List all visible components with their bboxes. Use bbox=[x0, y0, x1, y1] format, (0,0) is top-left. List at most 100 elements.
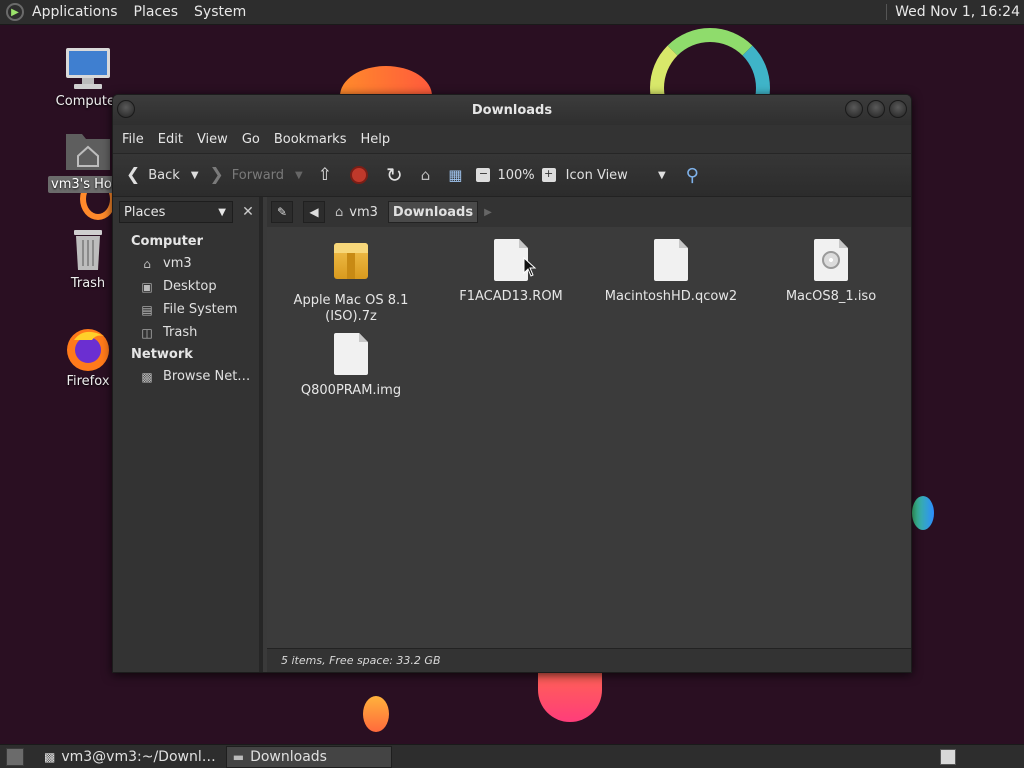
path-scroll-right-button[interactable]: ▶ bbox=[484, 207, 492, 218]
place-trash[interactable]: ◫ Trash bbox=[113, 321, 259, 344]
mouse-pointer-icon bbox=[523, 257, 537, 277]
menu-help[interactable]: Help bbox=[353, 132, 397, 147]
applications-menu[interactable]: Applications bbox=[24, 4, 126, 20]
forward-label: Forward bbox=[231, 167, 285, 183]
chevron-down-icon: ▼ bbox=[657, 169, 666, 181]
file-item[interactable]: F1ACAD13.ROM bbox=[441, 239, 581, 305]
place-vm3[interactable]: ⌂ vm3 bbox=[113, 252, 259, 275]
drive-icon: ▤ bbox=[141, 302, 153, 317]
places-list: Computer ⌂ vm3 ▣ Desktop ▤ File System ◫… bbox=[113, 227, 259, 388]
place-desktop[interactable]: ▣ Desktop bbox=[113, 275, 259, 298]
section-computer: Computer bbox=[131, 234, 204, 249]
folder-icon: ▬ bbox=[232, 749, 245, 764]
menu-file[interactable]: File bbox=[115, 132, 151, 147]
top-panel: ▶ Applications Places System Wed Nov 1, … bbox=[0, 0, 1024, 25]
file-manager-window: Downloads File Edit View Go Bookmarks He… bbox=[112, 94, 912, 673]
file-item[interactable]: MacintoshHD.qcow2 bbox=[601, 239, 741, 305]
reload-button[interactable]: ↻ bbox=[381, 160, 408, 190]
clock[interactable]: Wed Nov 1, 16:24 bbox=[886, 4, 1020, 20]
zoom-in-button[interactable]: + bbox=[537, 160, 561, 190]
home-folder-icon bbox=[64, 128, 112, 172]
file-item[interactable]: Apple Mac OS 8.1 (ISO).7z bbox=[281, 239, 421, 325]
minimize-button[interactable] bbox=[845, 100, 863, 118]
terminal-icon: ▩ bbox=[44, 749, 56, 764]
place-label: Desktop bbox=[163, 279, 217, 294]
zoom-in-icon: + bbox=[541, 168, 556, 182]
menu-go[interactable]: Go bbox=[235, 132, 267, 147]
forward-history-dropdown[interactable]: ▼ bbox=[289, 170, 309, 181]
section-network: Network bbox=[131, 347, 193, 362]
place-label: Trash bbox=[163, 325, 198, 340]
up-button[interactable]: ⇧ bbox=[313, 160, 337, 190]
file-icon-view[interactable]: Apple Mac OS 8.1 (ISO).7z F1ACAD13.ROM M… bbox=[267, 227, 911, 648]
window-title: Downloads bbox=[471, 102, 553, 118]
file-name: Apple Mac OS 8.1 (ISO).7z bbox=[293, 293, 409, 324]
show-desktop-button[interactable] bbox=[6, 747, 24, 766]
place-label: Browse Net… bbox=[163, 369, 251, 384]
file-name: F1ACAD13.ROM bbox=[459, 289, 563, 304]
location-bar: ✎ ◀ ⌂ vm3 Downloads ▶ bbox=[267, 197, 911, 227]
arrow-right-icon: ❯ bbox=[209, 165, 224, 185]
system-menu[interactable]: System bbox=[186, 4, 254, 20]
side-pane-selector-label: Places bbox=[124, 204, 166, 220]
place-browse-network[interactable]: ▩ Browse Net… bbox=[113, 365, 259, 388]
back-button[interactable]: ❮ Back bbox=[121, 160, 185, 190]
file-name: MacintoshHD.qcow2 bbox=[604, 289, 738, 304]
side-pane-header: Places ▼ ✕ bbox=[113, 197, 259, 227]
chevron-left-icon: ◀ bbox=[309, 205, 319, 219]
window-titlebar[interactable]: Downloads bbox=[113, 95, 911, 125]
taskbar-item-downloads[interactable]: ▬ Downloads bbox=[225, 745, 392, 768]
network-icon: ▩ bbox=[141, 369, 153, 384]
file-name: MacOS8_1.iso bbox=[785, 289, 877, 304]
file-name: Q800PRAM.img bbox=[300, 383, 402, 398]
close-button[interactable] bbox=[889, 100, 907, 118]
stop-button[interactable] bbox=[345, 160, 373, 190]
place-file-system[interactable]: ▤ File System bbox=[113, 298, 259, 321]
arrow-up-icon: ⇧ bbox=[317, 165, 332, 185]
forward-button[interactable]: ❯ Forward bbox=[205, 160, 290, 190]
arrow-left-icon: ❮ bbox=[126, 165, 141, 185]
zoom-out-icon: − bbox=[476, 168, 491, 182]
home-button[interactable]: ⌂ bbox=[416, 160, 436, 190]
reload-icon: ↻ bbox=[386, 163, 403, 187]
search-icon: ⚲ bbox=[685, 164, 699, 186]
taskbar-item-terminal[interactable]: ▩ vm3@vm3:~/Downl… bbox=[38, 746, 222, 768]
desktop-folder-icon: ▣ bbox=[141, 279, 153, 294]
file-item[interactable]: MacOS8_1.iso bbox=[761, 239, 901, 305]
menu-bookmarks[interactable]: Bookmarks bbox=[267, 132, 354, 147]
stop-icon bbox=[350, 166, 368, 184]
bottom-panel: ▩ vm3@vm3:~/Downl… ▬ Downloads bbox=[0, 744, 1024, 768]
search-button[interactable]: ⚲ bbox=[681, 160, 704, 190]
toggle-location-entry-button[interactable]: ✎ bbox=[271, 201, 293, 223]
side-pane-close-button[interactable]: ✕ bbox=[237, 201, 259, 223]
side-pane-selector[interactable]: Places ▼ bbox=[119, 201, 233, 223]
computer-button[interactable]: ▦ bbox=[443, 160, 467, 190]
view-mode-select[interactable]: Icon View ▼ bbox=[561, 160, 671, 190]
zoom-out-button[interactable]: − bbox=[471, 160, 495, 190]
status-bar: 5 items, Free space: 33.2 GB bbox=[267, 648, 911, 672]
breadcrumb-vm3[interactable]: ⌂ vm3 bbox=[331, 201, 382, 223]
archive-icon bbox=[334, 243, 368, 285]
home-folder-icon: ⌂ bbox=[420, 166, 431, 184]
breadcrumb-label: Downloads bbox=[392, 204, 474, 220]
maximize-button[interactable] bbox=[867, 100, 885, 118]
breadcrumb-downloads[interactable]: Downloads bbox=[387, 201, 479, 223]
window-menu-button[interactable] bbox=[117, 100, 135, 118]
close-icon: ✕ bbox=[242, 204, 254, 220]
places-menu[interactable]: Places bbox=[126, 4, 187, 20]
distro-logo-icon[interactable]: ▶ bbox=[6, 3, 24, 21]
file-item[interactable]: Q800PRAM.img bbox=[281, 333, 421, 399]
document-icon bbox=[654, 239, 688, 281]
wallpaper-shape bbox=[912, 496, 934, 530]
menubar: File Edit View Go Bookmarks Help bbox=[113, 125, 911, 153]
workspace-switcher[interactable] bbox=[940, 749, 956, 765]
toolbar: ❮ Back ▼ ❯ Forward ▼ ⇧ ↻ ⌂ ▦ − 100% + Ic… bbox=[113, 153, 911, 197]
back-history-dropdown[interactable]: ▼ bbox=[185, 170, 205, 181]
disc-image-icon bbox=[814, 239, 848, 281]
menu-view[interactable]: View bbox=[190, 132, 235, 147]
breadcrumb-label: vm3 bbox=[349, 204, 378, 220]
taskbar-label: vm3@vm3:~/Downl… bbox=[61, 748, 216, 765]
place-label: File System bbox=[163, 302, 238, 317]
path-scroll-left-button[interactable]: ◀ bbox=[303, 201, 325, 223]
menu-edit[interactable]: Edit bbox=[151, 132, 190, 147]
